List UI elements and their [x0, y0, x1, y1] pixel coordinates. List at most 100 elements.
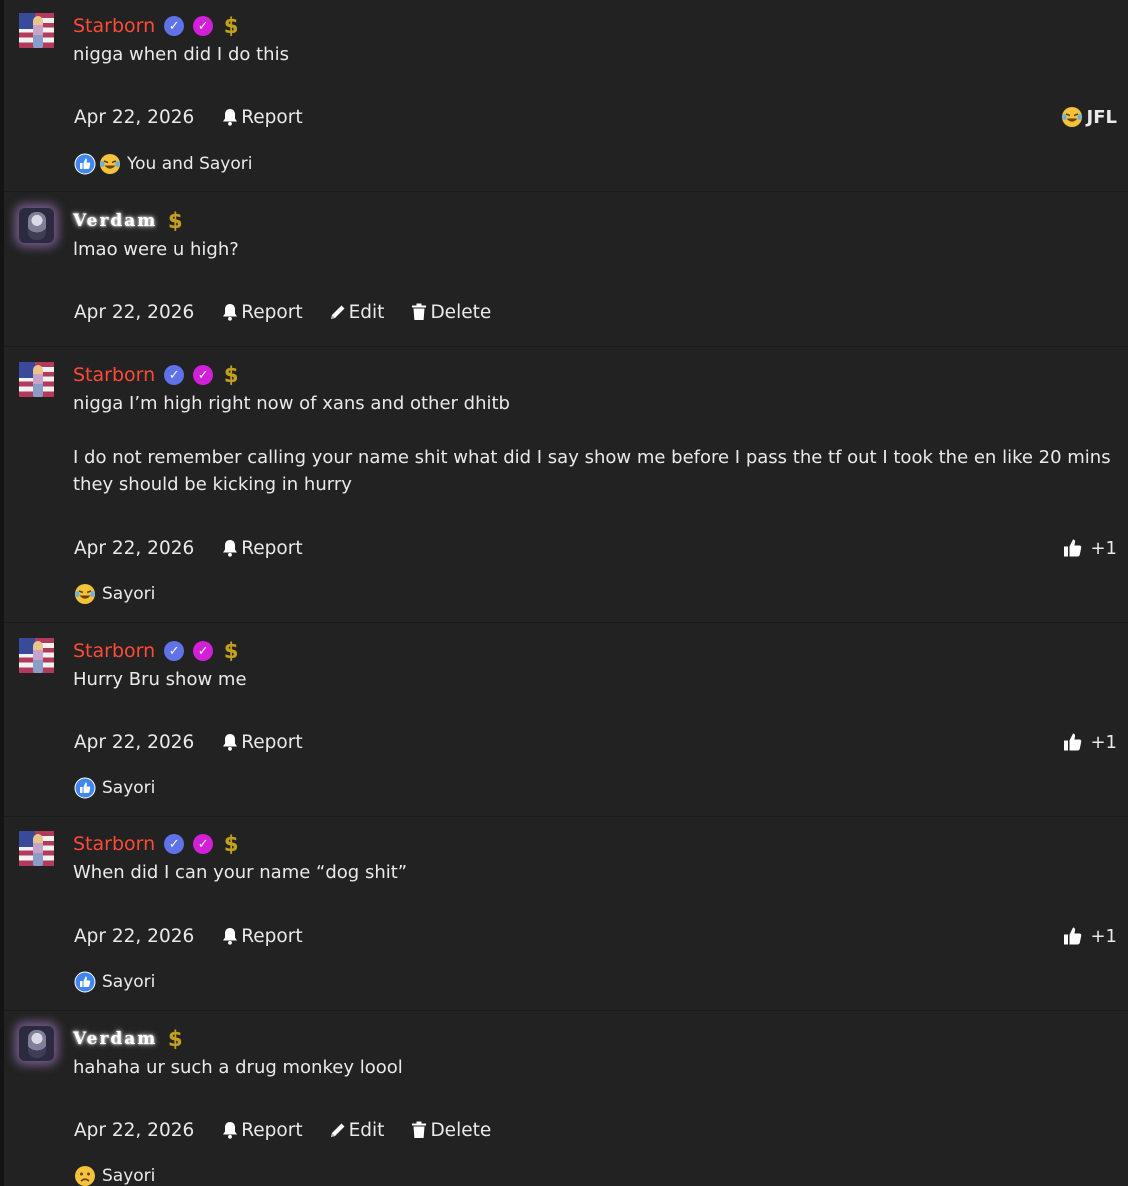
delete-button[interactable]: Delete	[409, 302, 491, 323]
comment-paragraph: nigga I’m high right now of xans and oth…	[73, 393, 510, 414]
dollar-icon: $	[223, 363, 239, 387]
laughing-crying-emoji-icon	[99, 153, 121, 175]
report-label: Report	[241, 1119, 303, 1141]
edit-label: Edit	[348, 301, 385, 323]
dollar-icon: $	[167, 209, 183, 233]
edit-button[interactable]: Edit	[328, 1119, 385, 1141]
like-button[interactable]: +1	[1062, 728, 1117, 756]
report-button[interactable]: Report	[220, 925, 303, 947]
author-name[interactable]: Verdam	[73, 1027, 157, 1051]
author-name[interactable]: Starborn	[73, 832, 155, 856]
bell-icon	[220, 926, 240, 946]
like-button[interactable]: +1	[1062, 922, 1117, 950]
purple-check-icon: ✓	[193, 641, 214, 661]
comment-paragraph: lmao were u high?	[73, 239, 239, 260]
comment-post: Starborn ✓ ✓ $ nigga when did I do this …	[4, 0, 1128, 192]
comment-actions: Apr 22, 2026 Report	[74, 103, 328, 131]
comment-actions: Apr 22, 2026 Report	[74, 728, 328, 756]
comment-paragraph: nigga when did I do this	[73, 44, 289, 65]
purple-check-icon: ✓	[193, 834, 214, 854]
comment-date[interactable]: Apr 22, 2026	[74, 107, 194, 128]
reaction-users: Sayori	[102, 778, 156, 798]
comment-post: Starborn ✓ ✓ $ When did I can your name …	[4, 817, 1128, 1011]
comment-paragraph: hahaha ur such a drug monkey loool	[73, 1057, 403, 1078]
dollar-icon: $	[167, 1027, 183, 1051]
bell-icon	[220, 107, 240, 127]
starborn-avatar[interactable]	[19, 638, 54, 673]
delete-label: Delete	[430, 1119, 492, 1141]
verified-icon: ✓	[164, 365, 185, 385]
reaction-list[interactable]: Sayori	[74, 581, 155, 607]
comment-body: When did I can your name “dog shit”	[73, 859, 1113, 886]
comment-actions: Apr 22, 2026 Report Edit Delete	[74, 298, 516, 326]
reaction-users: Sayori	[102, 972, 156, 992]
comment-body: nigga when did I do this	[73, 41, 1113, 68]
comment-date[interactable]: Apr 22, 2026	[74, 1120, 194, 1141]
dollar-icon: $	[223, 832, 239, 856]
like-icon	[74, 153, 96, 175]
bell-icon	[220, 1120, 240, 1140]
comment-body: hahaha ur such a drug monkey loool	[73, 1054, 1113, 1081]
reaction-list[interactable]: Sayori	[74, 969, 155, 995]
starborn-avatar[interactable]	[19, 362, 54, 397]
reaction-list[interactable]: Sayori	[74, 775, 155, 801]
author-name[interactable]: Starborn	[73, 14, 155, 38]
comment-body: Hurry Bru show me	[73, 666, 1113, 693]
comment-paragraph: I do not remember calling your name shit…	[73, 447, 1111, 495]
comment-date[interactable]: Apr 22, 2026	[74, 732, 194, 753]
edit-button[interactable]: Edit	[328, 301, 385, 323]
thumbs-up-icon	[1062, 925, 1084, 947]
report-button[interactable]: Report	[220, 106, 303, 128]
like-icon	[74, 971, 96, 993]
reaction-users: Sayori	[102, 1166, 156, 1186]
comment-body: lmao were u high?	[73, 236, 1113, 263]
comment-date[interactable]: Apr 22, 2026	[74, 538, 194, 559]
edit-label: Edit	[348, 1119, 385, 1141]
delete-label: Delete	[430, 301, 492, 323]
author-name[interactable]: Verdam	[73, 209, 157, 233]
like-button[interactable]: +1	[1062, 534, 1117, 562]
reaction-list[interactable]: You and Sayori	[74, 151, 252, 177]
comment-thread: Starborn ✓ ✓ $ nigga when did I do this …	[0, 0, 1128, 1186]
laughing-crying-emoji-icon	[74, 583, 96, 605]
worried-face-emoji-icon	[74, 1165, 96, 1186]
report-label: Report	[241, 106, 303, 128]
comment-paragraph: When did I can your name “dog shit”	[73, 862, 408, 883]
like-count: +1	[1090, 731, 1117, 753]
comment-paragraph: Hurry Bru show me	[73, 669, 247, 690]
trash-icon	[409, 1120, 429, 1140]
report-button[interactable]: Report	[220, 301, 303, 323]
verdam-avatar[interactable]	[19, 208, 54, 243]
verified-icon: ✓	[164, 834, 185, 854]
author-name[interactable]: Starborn	[73, 639, 155, 663]
report-button[interactable]: Report	[220, 537, 303, 559]
dollar-icon: $	[223, 639, 239, 663]
trash-icon	[409, 302, 429, 322]
comment-date[interactable]: Apr 22, 2026	[74, 926, 194, 947]
like-count: +1	[1090, 925, 1117, 947]
comment-post: Verdam $ lmao were u high? Apr 22, 2026 …	[4, 192, 1128, 347]
report-button[interactable]: Report	[220, 1119, 303, 1141]
starborn-avatar[interactable]	[19, 13, 54, 48]
laughing-crying-emoji-icon	[1061, 106, 1083, 128]
starborn-avatar[interactable]	[19, 831, 54, 866]
verdam-avatar[interactable]	[19, 1026, 54, 1061]
reaction-summary-button[interactable]: JFL	[1061, 103, 1117, 131]
report-button[interactable]: Report	[220, 732, 303, 753]
comment-date[interactable]: Apr 22, 2026	[74, 302, 194, 323]
bell-icon	[220, 732, 240, 752]
delete-button[interactable]: Delete	[409, 1120, 491, 1141]
comment-post: Starborn ✓ ✓ $ Hurry Bru show me Apr 22,…	[4, 623, 1128, 817]
purple-check-icon: ✓	[193, 365, 214, 385]
report-label: Report	[241, 301, 303, 323]
reaction-users: Sayori	[102, 584, 156, 604]
reaction-label: JFL	[1086, 106, 1117, 128]
report-label: Report	[241, 925, 303, 947]
comment-post: Verdam $ hahaha ur such a drug monkey lo…	[4, 1011, 1128, 1186]
dollar-icon: $	[223, 14, 239, 38]
reaction-list[interactable]: Sayori	[74, 1163, 155, 1186]
comment-body: nigga I’m high right now of xans and oth…	[73, 390, 1113, 498]
verified-icon: ✓	[164, 641, 185, 661]
report-label: Report	[241, 537, 303, 559]
author-name[interactable]: Starborn	[73, 363, 155, 387]
